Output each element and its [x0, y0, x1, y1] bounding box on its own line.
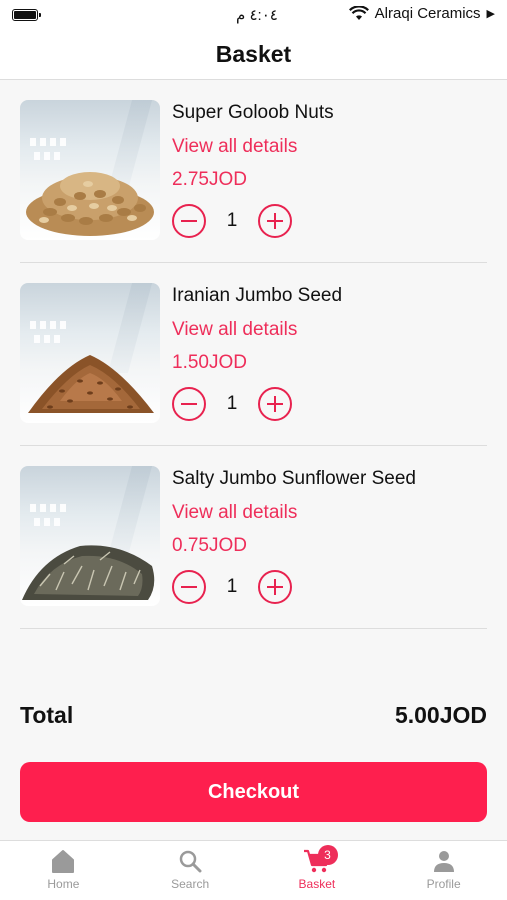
product-image[interactable]: [20, 100, 160, 240]
tab-label: Basket: [298, 877, 336, 891]
quantity-value: 1: [226, 393, 238, 414]
tab-basket[interactable]: 3 Basket: [254, 841, 381, 900]
basket-item: Iranian Jumbo Seed View all details 1.50…: [20, 263, 487, 446]
tab-label: Home: [47, 877, 80, 891]
increase-quantity-button[interactable]: [258, 204, 292, 238]
total-row: Total 5.00JOD: [20, 702, 487, 729]
home-icon: [50, 849, 76, 873]
sunflower-seeds-pile-image: [22, 545, 155, 600]
product-name[interactable]: Salty Jumbo Sunflower Seed: [172, 468, 416, 490]
quantity-stepper: 1: [172, 204, 292, 238]
product-price: 2.75JOD: [172, 169, 247, 190]
quantity-value: 1: [226, 210, 238, 231]
increase-quantity-button[interactable]: [258, 387, 292, 421]
mixed-nuts-pile-image: [26, 172, 154, 236]
battery-icon: [12, 9, 41, 21]
product-image[interactable]: [20, 283, 160, 423]
product-image[interactable]: [20, 466, 160, 606]
checkout-button[interactable]: Checkout: [20, 762, 487, 822]
decrease-quantity-button[interactable]: [172, 570, 206, 604]
tab-search[interactable]: Search: [127, 841, 254, 900]
product-name[interactable]: Super Goloob Nuts: [172, 102, 334, 124]
decrease-quantity-button[interactable]: [172, 204, 206, 238]
profile-icon: [432, 849, 456, 873]
total-label: Total: [20, 702, 74, 728]
tab-label: Search: [171, 877, 210, 891]
page-title: Basket: [215, 41, 292, 67]
tab-profile[interactable]: Profile: [380, 841, 507, 900]
quantity-value: 1: [226, 576, 238, 597]
total-value: 5.00JOD: [394, 702, 487, 728]
quantity-stepper: 1: [172, 387, 292, 421]
cart-count-badge: 3: [317, 845, 338, 865]
product-name[interactable]: Iranian Jumbo Seed: [172, 285, 342, 307]
status-time: ٤:٠٤ م: [236, 7, 278, 24]
wifi-icon: [348, 6, 369, 21]
tab-home[interactable]: Home: [0, 841, 127, 900]
search-icon: [178, 849, 202, 873]
product-price: 0.75JOD: [172, 535, 247, 556]
basket-item: Salty Jumbo Sunflower Seed View all deta…: [20, 446, 487, 629]
status-bar: ٤:٠٤ م Alraqi Ceramics ▶: [0, 0, 507, 30]
view-details-link[interactable]: View all details: [172, 136, 297, 158]
product-price: 1.50JOD: [172, 352, 247, 373]
quantity-stepper: 1: [172, 570, 292, 604]
view-details-link[interactable]: View all details: [172, 502, 297, 524]
view-details-link[interactable]: View all details: [172, 319, 297, 341]
increase-quantity-button[interactable]: [258, 570, 292, 604]
brown-seeds-pile-image: [28, 355, 154, 413]
decrease-quantity-button[interactable]: [172, 387, 206, 421]
tab-label: Profile: [426, 877, 461, 891]
basket-list: Super Goloob Nuts View all details 2.75J…: [0, 80, 507, 629]
basket-item: Super Goloob Nuts View all details 2.75J…: [20, 80, 487, 263]
header: Basket: [0, 30, 507, 80]
carrier-name: Alraqi Ceramics: [374, 5, 481, 22]
play-icon: ▶: [486, 8, 495, 20]
tab-bar: Home Search 3 Basket Profile: [0, 840, 507, 900]
checkout-label: Checkout: [207, 780, 300, 803]
